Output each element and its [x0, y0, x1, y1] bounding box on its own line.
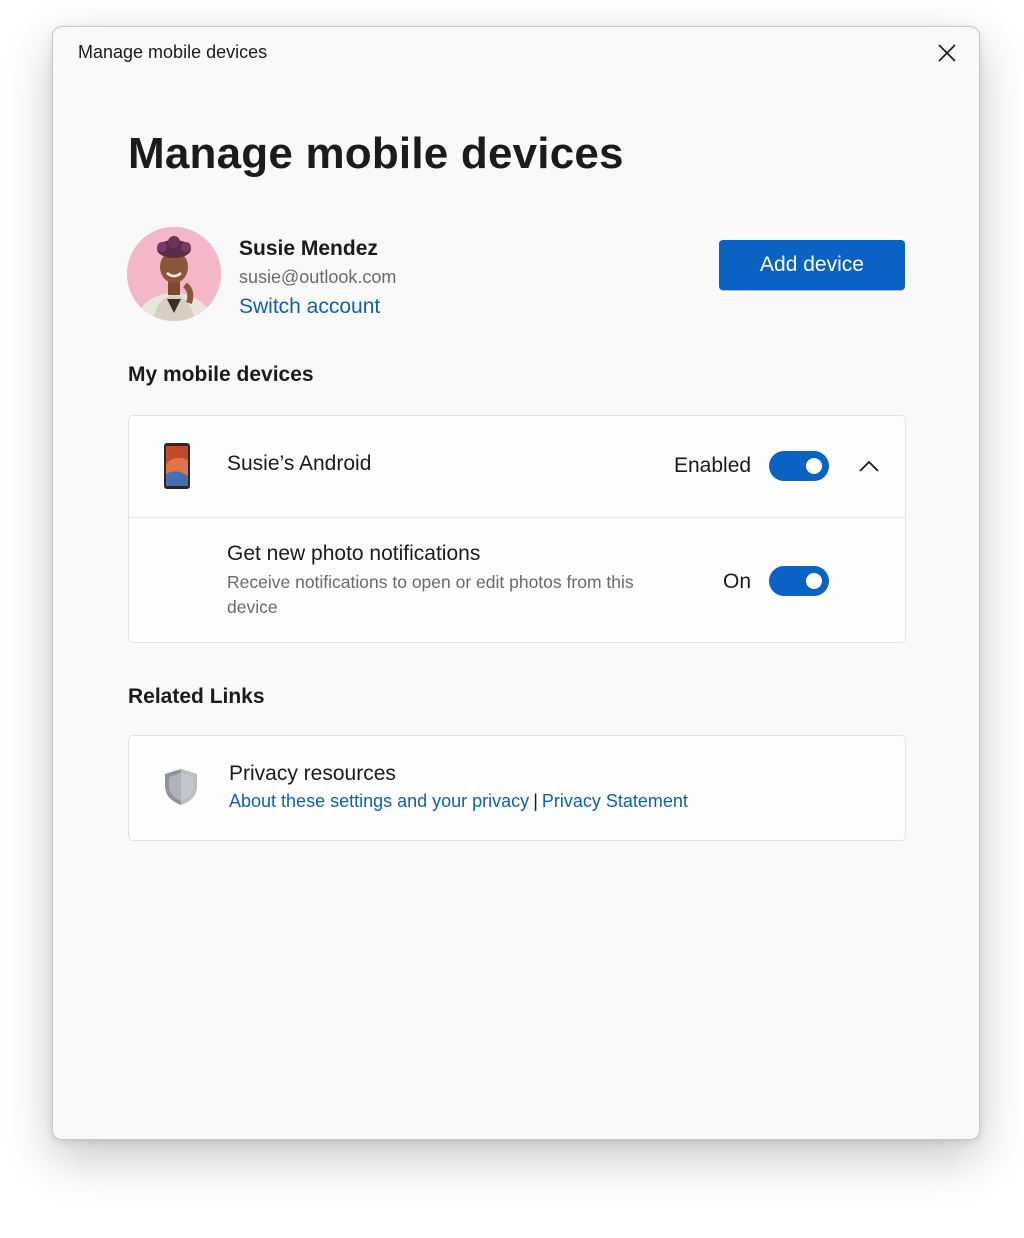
add-device-button[interactable]: Add device	[719, 240, 905, 290]
my-devices-heading: My mobile devices	[128, 363, 314, 386]
device-card: Susie’s Android Enabled Get new photo no…	[128, 415, 906, 643]
privacy-settings-link[interactable]: About these settings and your privacy	[229, 791, 529, 811]
notifications-state-label: On	[723, 570, 752, 593]
privacy-links: About these settings and your privacy | Pr…	[229, 791, 688, 812]
device-name: Susie’s Android	[227, 452, 372, 475]
window-title: Manage mobile devices	[78, 42, 268, 62]
user-email: susie@outlook.com	[239, 267, 397, 287]
chevron-up-icon	[859, 460, 879, 472]
switch-account-link[interactable]: Switch account	[239, 295, 380, 319]
close-button[interactable]	[929, 35, 965, 71]
shield-icon	[163, 768, 199, 811]
link-separator: |	[533, 791, 538, 811]
collapse-button[interactable]	[855, 454, 883, 478]
privacy-card: Privacy resources About these settings a…	[128, 735, 906, 841]
dialog-window: Manage mobile devices Manage mobile devi…	[52, 26, 980, 1140]
phone-icon	[163, 442, 191, 495]
toggle-knob	[806, 573, 822, 589]
title-bar: Manage mobile devices	[53, 27, 979, 79]
photo-notifications-description: Receive notifications to open or edit ph…	[227, 572, 634, 617]
privacy-statement-link[interactable]: Privacy Statement	[542, 791, 688, 811]
device-status-label: Enabled	[674, 454, 752, 477]
page-title: Manage mobile devices	[128, 129, 624, 178]
photo-notifications-title: Get new photo notifications	[227, 542, 481, 565]
toggle-knob	[806, 458, 822, 474]
related-links-heading: Related Links	[128, 685, 265, 708]
avatar	[127, 227, 221, 321]
close-icon	[938, 44, 956, 62]
device-row[interactable]: Susie’s Android Enabled	[129, 416, 905, 518]
privacy-resources-title: Privacy resources	[229, 762, 396, 785]
photo-notifications-toggle[interactable]	[769, 566, 829, 596]
device-enabled-toggle[interactable]	[769, 451, 829, 481]
user-name: Susie Mendez	[239, 237, 378, 260]
